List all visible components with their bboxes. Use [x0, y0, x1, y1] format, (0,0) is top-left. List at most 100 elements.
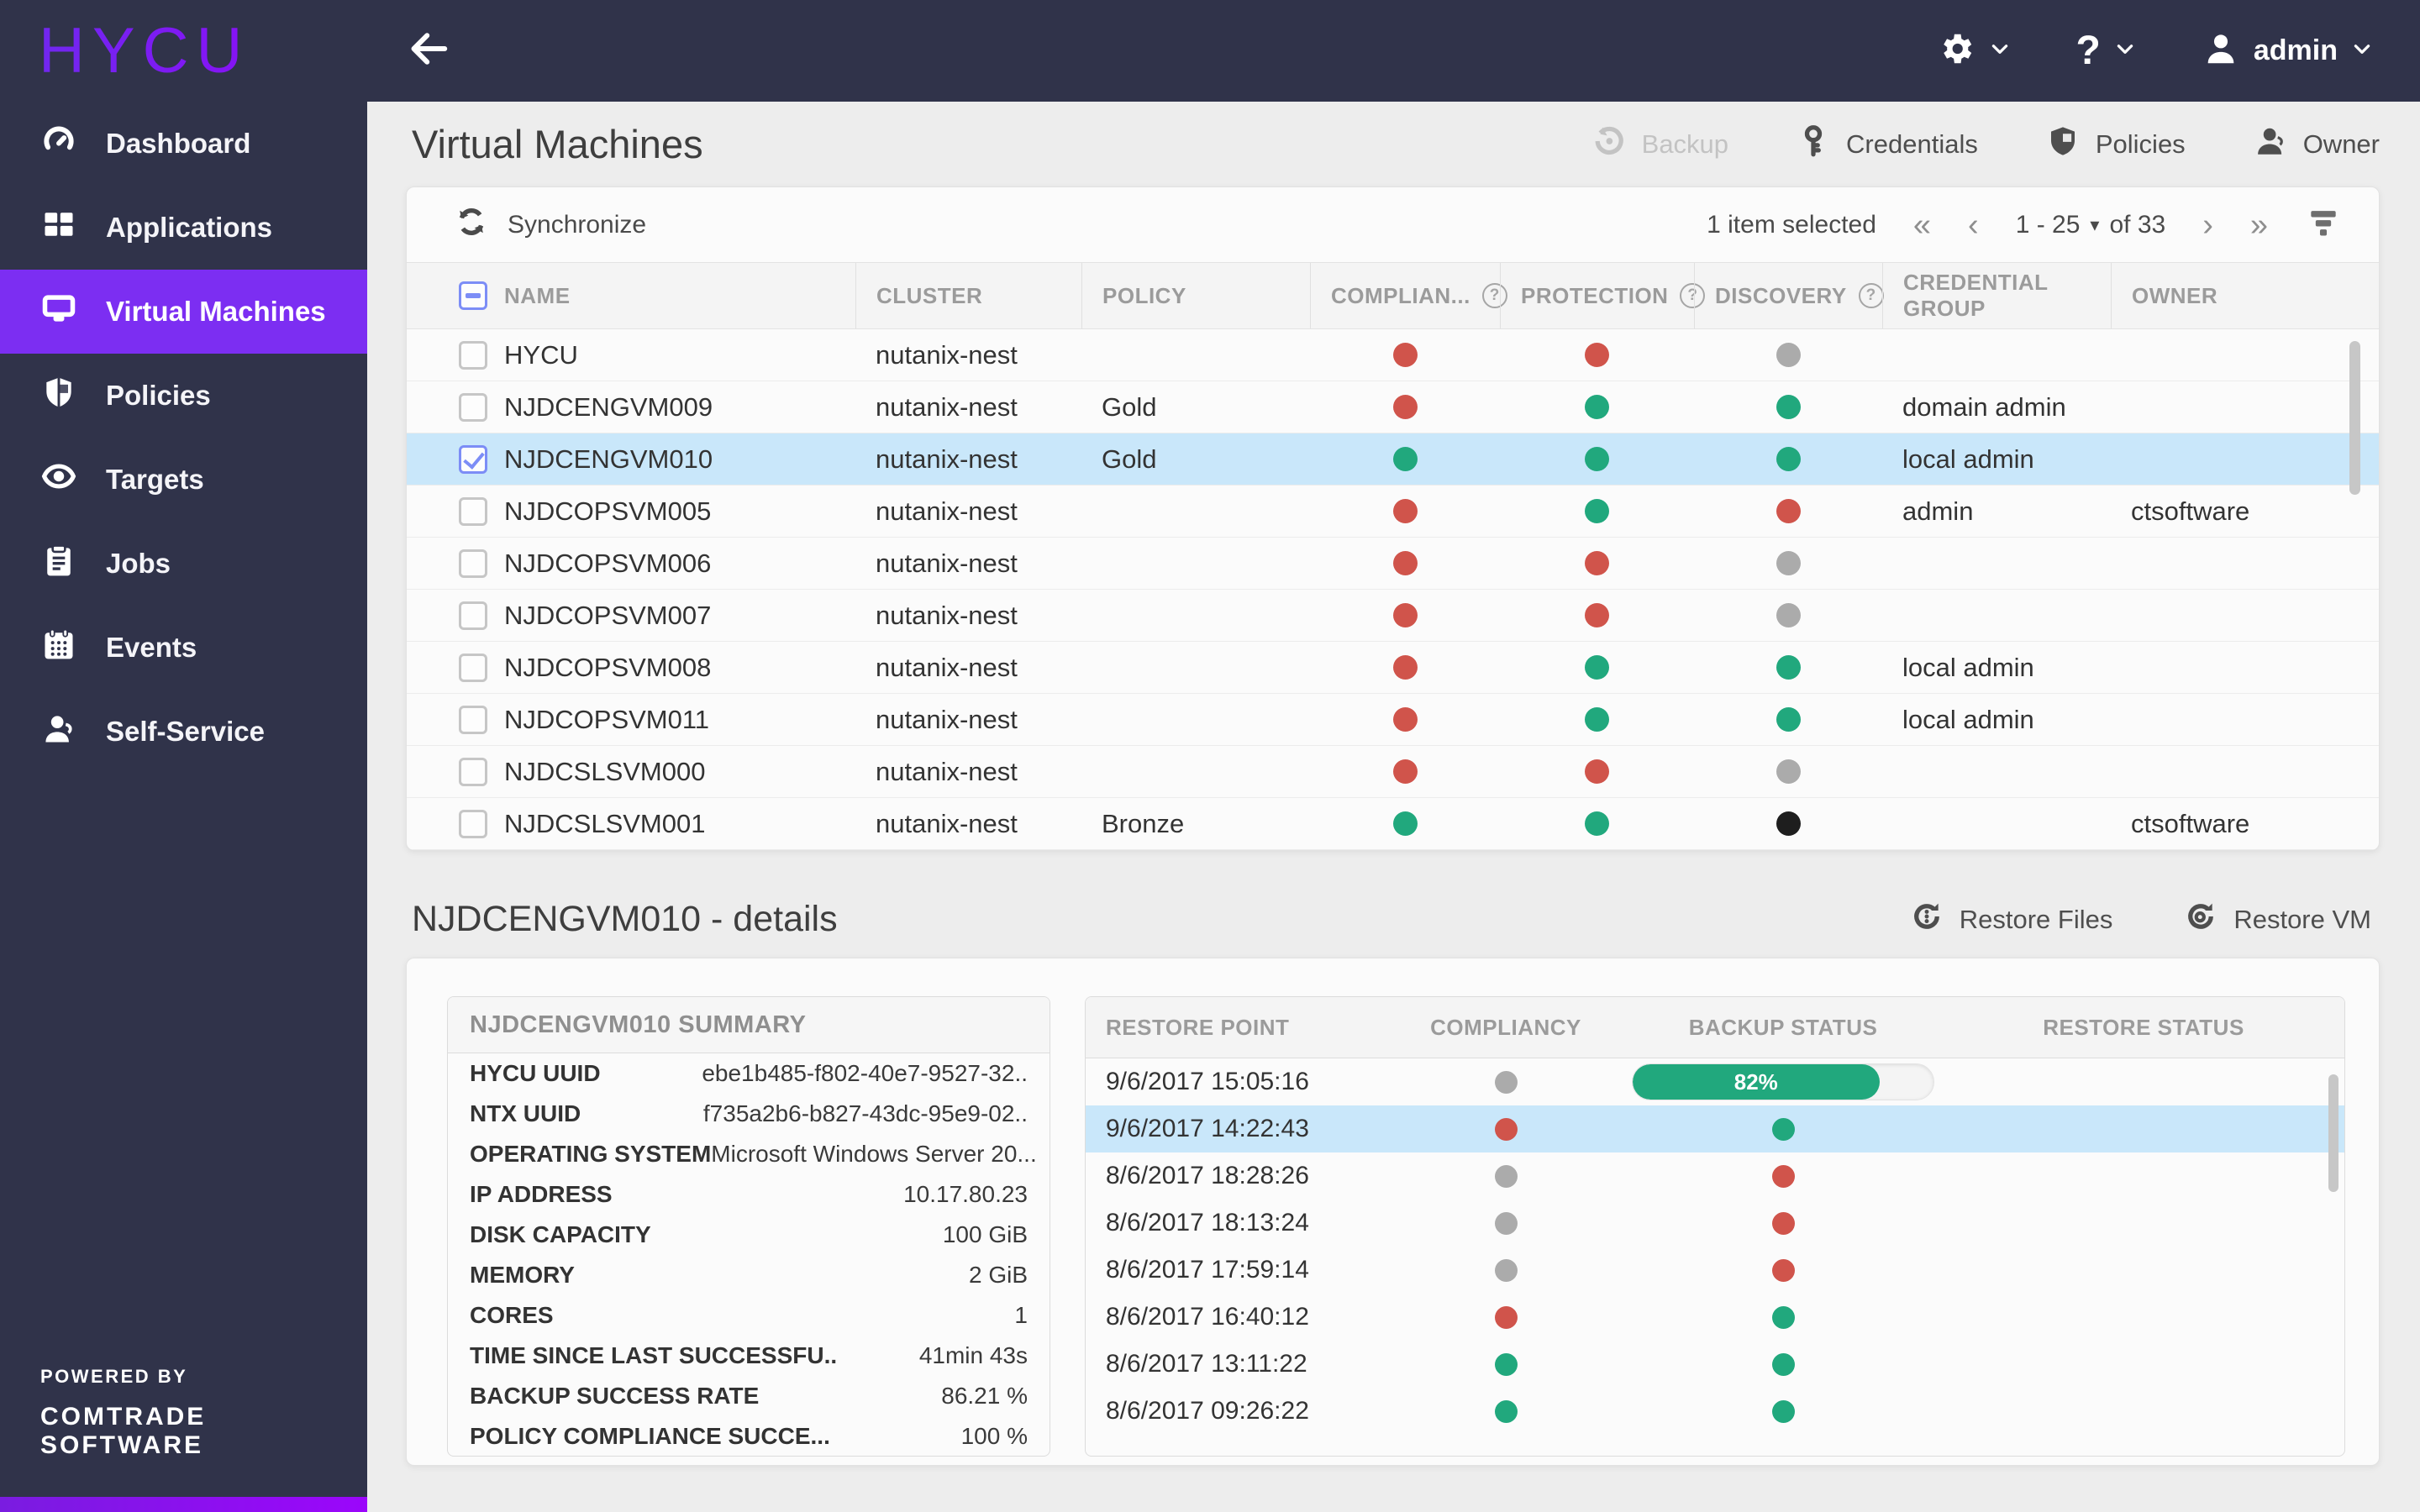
- restore-point-time: 9/6/2017 14:22:43: [1106, 1115, 1309, 1142]
- vm-cluster: nutanix-nest: [876, 756, 1018, 786]
- protection-status-dot: [1585, 343, 1609, 367]
- sidebar-item-targets[interactable]: Targets: [0, 438, 367, 522]
- details-header: NJDCENGVM010 - details Restore Files Res…: [406, 881, 2380, 958]
- vm-cluster: nutanix-nest: [876, 339, 1018, 370]
- owner-button[interactable]: Owner: [2253, 123, 2380, 165]
- column-header-cluster[interactable]: CLUSTER: [855, 263, 1081, 328]
- sidebar-item-label: Targets: [106, 464, 204, 495]
- column-header-compliancy[interactable]: COMPLIAN...?: [1310, 263, 1507, 328]
- page-range-select[interactable]: 1 - 25 ▾ of 33: [2016, 211, 2166, 239]
- row-checkbox[interactable]: [459, 757, 487, 786]
- back-button[interactable]: [405, 28, 452, 75]
- table-row[interactable]: NJDCOPSVM007 nutanix-nest: [407, 590, 2379, 642]
- vm-name: NJDCENGVM010: [504, 444, 713, 474]
- restore-point-row-selected[interactable]: 9/6/2017 14:22:43: [1086, 1105, 2344, 1152]
- prev-page-icon[interactable]: ‹: [1968, 209, 1979, 241]
- column-header-policy[interactable]: POLICY: [1081, 263, 1310, 328]
- vm-policy: Bronze: [1102, 808, 1185, 838]
- vm-cluster: nutanix-nest: [876, 391, 1018, 422]
- row-checkbox[interactable]: [459, 809, 487, 838]
- discovery-status-dot: [1776, 447, 1801, 471]
- backup-button[interactable]: Backup: [1591, 123, 1728, 165]
- page-total: of 33: [2109, 210, 2166, 239]
- table-row-selected[interactable]: NJDCENGVM010 nutanix-nest Gold local adm…: [407, 433, 2379, 486]
- vm-name: NJDCOPSVM005: [504, 496, 712, 526]
- sidebar-item-policies[interactable]: Policies: [0, 354, 367, 438]
- row-checkbox[interactable]: [459, 340, 487, 370]
- row-checkbox[interactable]: [459, 653, 487, 682]
- sidebar-item-virtual-machines[interactable]: Virtual Machines: [0, 270, 367, 354]
- help-icon[interactable]: ?: [1858, 283, 1884, 308]
- protection-status-dot: [1585, 759, 1609, 784]
- vm-table-scrollbar[interactable]: [2349, 341, 2360, 495]
- column-header-discovery[interactable]: DISCOVERY?: [1694, 263, 1884, 328]
- row-checkbox[interactable]: [459, 392, 487, 422]
- restore-vm-button[interactable]: Restore VM: [2183, 899, 2371, 941]
- restore-files-button[interactable]: Restore Files: [1909, 899, 2112, 941]
- credentials-button[interactable]: Credentials: [1796, 123, 1978, 165]
- last-page-icon[interactable]: »: [2250, 209, 2268, 241]
- row-checkbox[interactable]: [459, 496, 487, 526]
- discovery-status-dot: [1776, 499, 1801, 523]
- target-eye-icon: [40, 458, 77, 501]
- backup-status-dot: [1771, 1352, 1795, 1376]
- backup-status-dot: [1771, 1117, 1795, 1141]
- compliancy-status-dot: [1494, 1117, 1518, 1141]
- settings-menu-button[interactable]: [1937, 29, 2011, 72]
- table-row[interactable]: NJDCENGVM009 nutanix-nest Gold domain ad…: [407, 381, 2379, 433]
- row-checkbox[interactable]: [459, 549, 487, 578]
- help-menu-button[interactable]: ?: [2076, 28, 2136, 74]
- compliancy-status-dot: [1392, 655, 1418, 680]
- next-page-icon[interactable]: ›: [2202, 209, 2213, 241]
- sidebar-item-label: Virtual Machines: [106, 296, 326, 327]
- gear-icon: [1937, 29, 1975, 72]
- table-row[interactable]: HYCU nutanix-nest: [407, 329, 2379, 381]
- restore-point-row[interactable]: 9/6/2017 15:05:16 82%: [1086, 1058, 2344, 1105]
- restore-point-row[interactable]: 8/6/2017 18:13:24: [1086, 1200, 2344, 1247]
- protection-status-dot: [1585, 603, 1609, 627]
- restore-points-header: RESTORE POINT COMPLIANCY BACKUP STATUS R…: [1086, 997, 2344, 1058]
- backup-progress-bar: 82%: [1632, 1063, 1934, 1100]
- page-title: Virtual Machines: [412, 122, 703, 166]
- row-checkbox[interactable]: [459, 601, 487, 630]
- sidebar-item-self-service[interactable]: Self-Service: [0, 690, 367, 774]
- row-checkbox[interactable]: [459, 444, 487, 474]
- row-checkbox[interactable]: [459, 705, 487, 734]
- filter-button[interactable]: [2305, 203, 2342, 247]
- sidebar-item-applications[interactable]: Applications: [0, 186, 367, 270]
- discovery-status-dot: [1776, 343, 1801, 367]
- user-menu-button[interactable]: admin: [2202, 29, 2373, 72]
- restore-point-row[interactable]: 8/6/2017 18:28:26: [1086, 1152, 2344, 1200]
- restore-point-row[interactable]: 8/6/2017 17:59:14: [1086, 1247, 2344, 1294]
- column-header-name[interactable]: NAME: [407, 263, 855, 328]
- restore-point-time: 8/6/2017 18:28:26: [1106, 1162, 1309, 1189]
- vm-cluster: nutanix-nest: [876, 444, 1018, 474]
- table-row[interactable]: NJDCOPSVM011 nutanix-nest local admin: [407, 694, 2379, 746]
- discovery-status-dot: [1776, 707, 1801, 732]
- synchronize-button[interactable]: Synchronize: [454, 204, 646, 246]
- first-page-icon[interactable]: «: [1913, 209, 1931, 241]
- help-icon: ?: [2075, 29, 2101, 73]
- sidebar-item-dashboard[interactable]: Dashboard: [0, 102, 367, 186]
- restore-points-scrollbar[interactable]: [2328, 1074, 2338, 1192]
- column-header-protection[interactable]: PROTECTION?: [1500, 263, 1706, 328]
- restore-point-row[interactable]: 8/6/2017 09:26:22: [1086, 1388, 2344, 1435]
- sidebar-item-events[interactable]: Events: [0, 606, 367, 690]
- select-all-checkbox[interactable]: [459, 281, 487, 310]
- table-row[interactable]: NJDCOPSVM006 nutanix-nest: [407, 538, 2379, 590]
- table-row[interactable]: NJDCSLSVM001 nutanix-nest Bronze ctsoftw…: [407, 798, 2379, 850]
- policies-button[interactable]: Policies: [2045, 123, 2186, 165]
- table-row[interactable]: NJDCSLSVM000 nutanix-nest: [407, 746, 2379, 798]
- column-header-owner[interactable]: OWNER: [2111, 263, 2379, 328]
- arrow-left-icon: [405, 25, 452, 76]
- restore-point-row[interactable]: 8/6/2017 16:40:12: [1086, 1294, 2344, 1341]
- summary-row: BACKUP SUCCESS RATE 86.21 %: [470, 1383, 1028, 1409]
- column-header-credential-group[interactable]: CREDENTIAL GROUP: [1882, 263, 2111, 328]
- table-row[interactable]: NJDCOPSVM005 nutanix-nest admin ctsoftwa…: [407, 486, 2379, 538]
- compliancy-status-dot: [1392, 811, 1418, 836]
- vm-owner: ctsoftware: [2131, 808, 2250, 838]
- sidebar-item-jobs[interactable]: Jobs: [0, 522, 367, 606]
- table-row[interactable]: NJDCOPSVM008 nutanix-nest local admin: [407, 642, 2379, 694]
- restore-point-row[interactable]: 8/6/2017 13:11:22: [1086, 1341, 2344, 1388]
- shield-icon: [40, 374, 77, 417]
